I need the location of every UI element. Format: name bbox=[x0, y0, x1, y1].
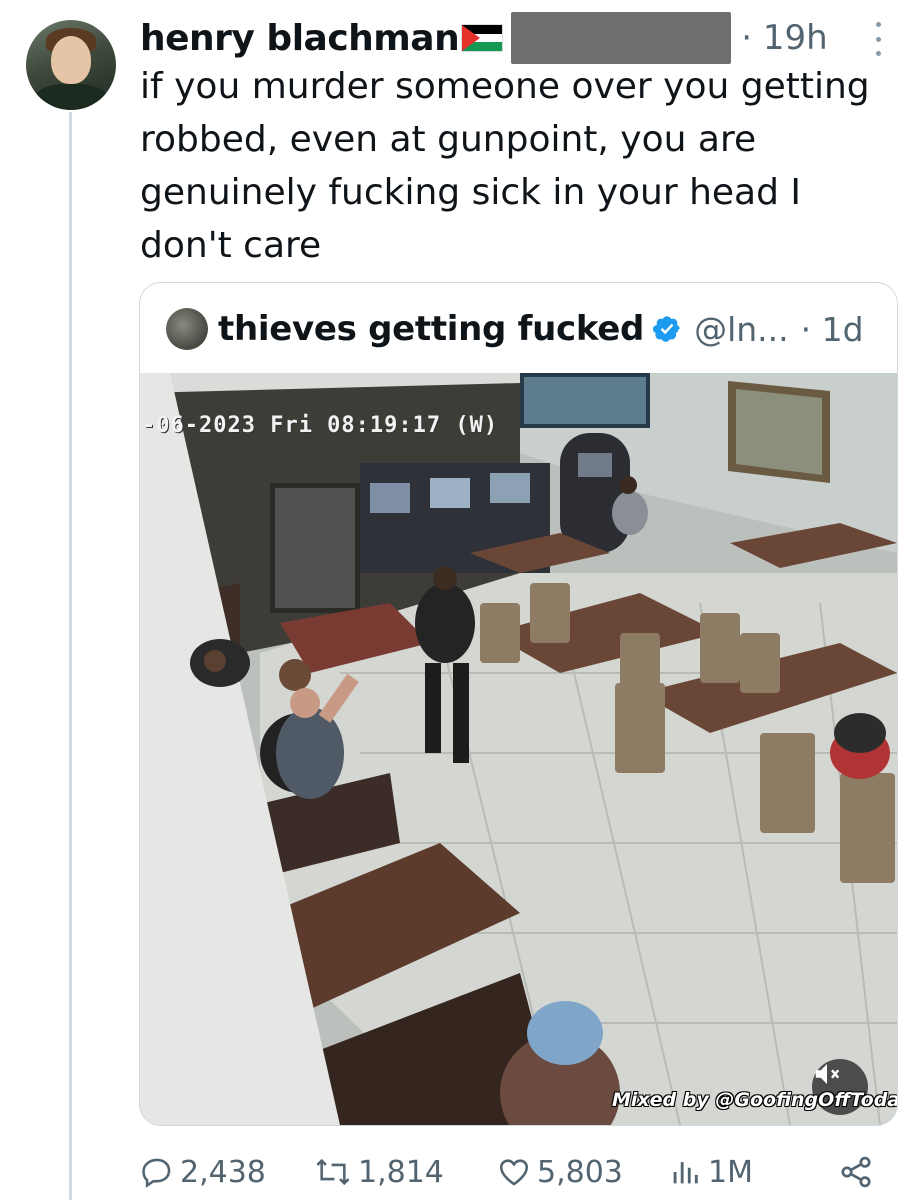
video-frame bbox=[140, 373, 897, 1125]
video-watermark: Mixed by @GoofingOffToday bbox=[612, 1089, 897, 1111]
repost-button[interactable]: 1,814 bbox=[314, 1148, 444, 1196]
tweet-text: if you murder someone over you getting r… bbox=[140, 66, 870, 266]
like-icon bbox=[499, 1159, 529, 1186]
quote-handle: @ln... bbox=[694, 309, 789, 349]
views-button[interactable]: 1M bbox=[668, 1148, 753, 1196]
tweet-time[interactable]: · 19h bbox=[741, 18, 827, 58]
thread-line bbox=[69, 112, 72, 1200]
quoted-tweet[interactable]: thieves getting fucked @ln... · 1d -06-2… bbox=[139, 282, 898, 1126]
tweet-header: henry blachman · 19h bbox=[140, 12, 828, 64]
reply-button[interactable]: 2,438 bbox=[140, 1148, 266, 1196]
views-icon bbox=[673, 1162, 698, 1184]
quote-time: · 1d bbox=[800, 309, 864, 349]
quote-author-name: thieves getting fucked bbox=[218, 309, 645, 349]
verified-badge-icon bbox=[653, 316, 680, 342]
reply-icon bbox=[142, 1158, 171, 1188]
author-avatar[interactable] bbox=[26, 20, 116, 110]
author-name[interactable]: henry blachman bbox=[140, 18, 460, 59]
cctv-timestamp: -06-2023 Fri 08:19:17 (W) bbox=[142, 413, 499, 438]
like-count: 5,803 bbox=[537, 1154, 623, 1190]
video-player[interactable]: -06-2023 Fri 08:19:17 (W) Mixed by @Goof… bbox=[140, 373, 897, 1125]
view-count: 1M bbox=[708, 1154, 753, 1190]
action-bar: 2,438 1,814 5,803 1M bbox=[140, 1148, 880, 1196]
repost-count: 1,814 bbox=[358, 1154, 444, 1190]
like-button[interactable]: 5,803 bbox=[497, 1148, 623, 1196]
repost-icon bbox=[316, 1158, 350, 1186]
quote-avatar bbox=[166, 308, 208, 350]
palestine-flag-icon bbox=[461, 24, 504, 52]
more-icon[interactable] bbox=[868, 22, 888, 56]
quote-header: thieves getting fucked @ln... · 1d bbox=[166, 303, 864, 355]
share-button[interactable] bbox=[838, 1148, 880, 1196]
redacted-handle bbox=[511, 12, 732, 64]
share-icon bbox=[841, 1156, 871, 1188]
reply-count: 2,438 bbox=[180, 1154, 266, 1190]
